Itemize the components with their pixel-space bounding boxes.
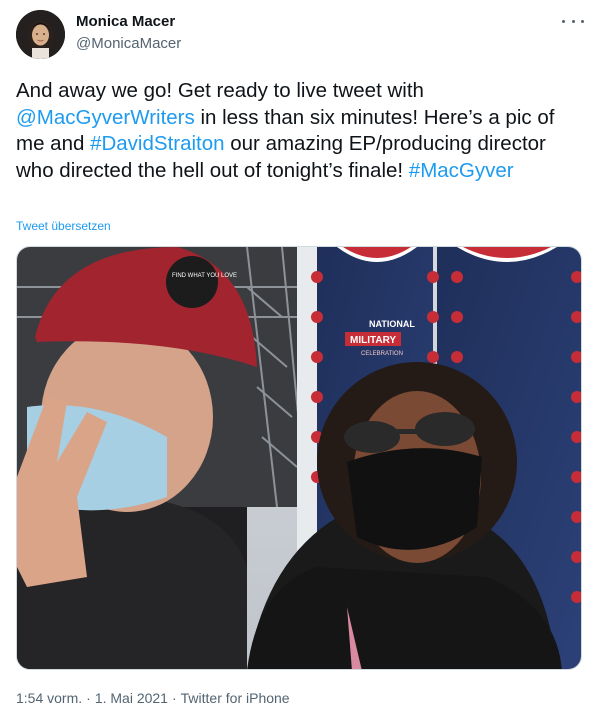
author-name[interactable]: Monica Macer [76, 13, 175, 30]
cap-text: FIND WHAT YOU LOVE [172, 273, 237, 279]
banner-text-1: NATIONAL [369, 319, 415, 329]
hashtag-link[interactable]: #MacGyver [409, 159, 514, 182]
dot [581, 19, 584, 23]
tweet-text-segment: And away we go! Get ready to live tweet … [16, 79, 424, 102]
avatar-image [16, 10, 65, 59]
avatar[interactable] [16, 10, 65, 59]
hashtag-link[interactable]: #DavidStraiton [90, 132, 224, 155]
dot [562, 19, 565, 23]
photo-image: NATIONAL MILITARY CELEBRATION FIND WHAT … [17, 247, 581, 669]
author-handle[interactable]: @MonicaMacer [76, 35, 181, 52]
tweet-date[interactable]: 1. Mai 2021 [95, 690, 168, 706]
meta-separator: · [86, 690, 91, 706]
more-options-icon[interactable] [562, 14, 584, 28]
tweet-time[interactable]: 1:54 vorm. [16, 690, 82, 706]
tweet-text: And away we go! Get ready to live tweet … [16, 78, 586, 184]
banner-text-3: CELEBRATION [361, 351, 403, 357]
mention-link[interactable]: @MacGyverWriters [16, 106, 195, 129]
dot [571, 19, 575, 23]
tweet-photo[interactable]: NATIONAL MILITARY CELEBRATION FIND WHAT … [16, 246, 582, 670]
tweet-card: Monica Macer @MonicaMacer And away we go… [0, 0, 597, 721]
tweet-metadata: 1:54 vorm. · 1. Mai 2021 · Twitter for iPhon… [16, 690, 290, 706]
tweet-source[interactable]: Twitter for iPhone [181, 690, 290, 706]
translate-tweet-link[interactable]: Tweet übersetzen [16, 219, 111, 233]
meta-separator: · [171, 690, 177, 706]
banner-text-2: MILITARY [350, 335, 396, 346]
